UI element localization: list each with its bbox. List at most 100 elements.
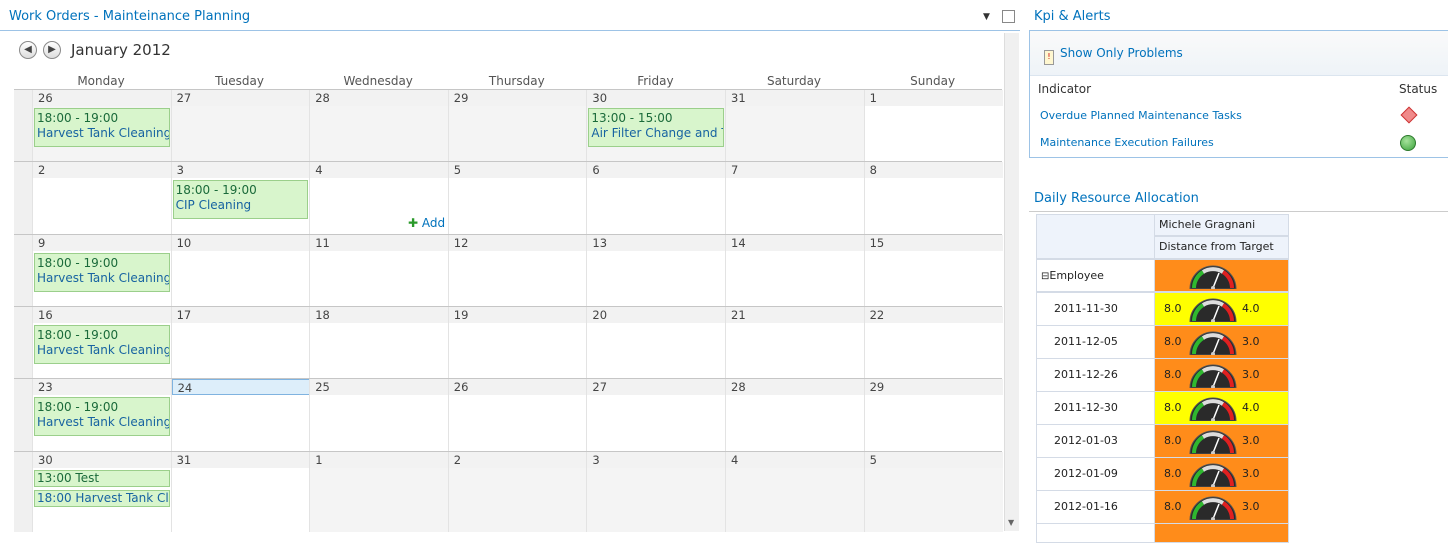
day-cell[interactable]: 2 [32, 162, 172, 235]
day-number[interactable]: 11 [310, 235, 449, 251]
week-gutter[interactable] [14, 90, 33, 162]
week-gutter[interactable] [14, 452, 33, 532]
date-row-label[interactable]: 2012-01-03 [1036, 424, 1155, 458]
today-day-number[interactable]: 24 [171, 379, 311, 395]
webpart-menu-icon[interactable]: ▼ [983, 12, 990, 22]
day-cell[interactable]: 8 [863, 162, 1004, 235]
day-number[interactable]: 9 [33, 235, 172, 251]
day-cell[interactable]: 10 [170, 235, 311, 307]
day-number[interactable]: 29 [448, 90, 588, 106]
webpart-select-checkbox[interactable] [1002, 10, 1015, 23]
day-cell[interactable]: 1 [309, 452, 449, 532]
calendar-event[interactable]: 13:00 - 15:00 Air Filter Change and T [588, 108, 724, 147]
day-number[interactable]: 20 [587, 307, 726, 323]
week-gutter[interactable] [14, 235, 33, 307]
date-row-label[interactable] [1036, 523, 1155, 543]
day-number[interactable]: 15 [864, 235, 1004, 251]
day-cell[interactable]: 12 [447, 235, 588, 307]
work-orders-title[interactable]: Work Orders - Mainteinance Planning [9, 9, 250, 24]
day-cell[interactable]: 30 13:00 Test 18:00 Harvest Tank Cle [32, 452, 172, 532]
day-number[interactable]: 25 [310, 379, 449, 395]
day-cell[interactable]: 21 [725, 307, 865, 379]
day-number[interactable]: 30 [587, 90, 726, 106]
kpi-row-failures[interactable]: Maintenance Execution Failures [1040, 136, 1214, 149]
day-cell[interactable]: 22 [863, 307, 1004, 379]
day-number[interactable]: 29 [864, 379, 1004, 395]
day-number[interactable]: 31 [171, 452, 311, 468]
day-cell[interactable]: 24 [170, 379, 311, 452]
day-cell[interactable]: 29 [447, 90, 588, 162]
day-number[interactable]: 26 [33, 90, 172, 106]
day-cell[interactable]: 4 [725, 452, 865, 532]
employee-header[interactable]: Michele Gragnani [1154, 214, 1289, 236]
day-number[interactable]: 2 [33, 162, 172, 178]
date-row-label[interactable]: 2011-11-30 [1036, 292, 1155, 326]
day-number[interactable]: 28 [310, 90, 449, 106]
day-number[interactable]: 28 [726, 379, 865, 395]
employee-allocation-row[interactable]: ⊟Employee Allocation [1036, 259, 1155, 315]
day-number[interactable]: 2 [448, 452, 588, 468]
day-cell[interactable]: 26 18:00 - 19:00 Harvest Tank Cleaning [32, 90, 172, 162]
calendar-event[interactable]: 13:00 Test [34, 470, 170, 487]
day-cell[interactable]: 27 [586, 379, 726, 452]
day-cell[interactable]: 26 [447, 379, 588, 452]
day-cell[interactable]: 11 [309, 235, 449, 307]
day-cell[interactable]: 23 18:00 - 19:00 Harvest Tank Cleaning [32, 379, 172, 452]
day-number[interactable]: 3 [587, 452, 726, 468]
day-cell[interactable]: 5 [447, 162, 588, 235]
day-cell[interactable]: 13 [586, 235, 726, 307]
day-number[interactable]: 14 [726, 235, 865, 251]
day-number[interactable]: 27 [587, 379, 726, 395]
day-number[interactable]: 5 [864, 452, 1004, 468]
add-event-link[interactable]: ✚ Add [408, 216, 445, 230]
date-row-label[interactable]: 2011-12-05 [1036, 325, 1155, 359]
day-cell[interactable]: 18 [309, 307, 449, 379]
day-number[interactable]: 17 [171, 307, 311, 323]
day-number[interactable]: 1 [310, 452, 449, 468]
day-cell[interactable]: 25 [309, 379, 449, 452]
day-number[interactable]: 5 [448, 162, 588, 178]
week-gutter[interactable] [14, 379, 33, 452]
day-number[interactable]: 6 [587, 162, 726, 178]
day-cell[interactable]: 17 [170, 307, 311, 379]
day-number[interactable]: 3 [171, 162, 311, 178]
day-number[interactable]: 4 [726, 452, 865, 468]
day-number[interactable]: 22 [864, 307, 1004, 323]
resource-allocation-title[interactable]: Daily Resource Allocation [1034, 191, 1199, 206]
date-row-label[interactable]: 2011-12-30 [1036, 391, 1155, 425]
week-gutter[interactable] [14, 162, 33, 235]
day-number[interactable]: 30 [33, 452, 172, 468]
date-row-label[interactable]: 2012-01-09 [1036, 457, 1155, 491]
show-only-problems-button[interactable]: ! Show Only Problems [1044, 46, 1183, 65]
prev-month-button[interactable]: ◀ [19, 41, 37, 59]
day-cell[interactable]: 6 [586, 162, 726, 235]
day-cell[interactable]: 1 [863, 90, 1004, 162]
day-number[interactable]: 23 [33, 379, 172, 395]
day-cell[interactable]: 19 [447, 307, 588, 379]
calendar-event[interactable]: 18:00 - 19:00 Harvest Tank Cleaning [34, 397, 170, 436]
next-month-button[interactable]: ▶ [43, 41, 61, 59]
day-cell[interactable]: 2 [447, 452, 588, 532]
kpi-title[interactable]: Kpi & Alerts [1034, 9, 1111, 24]
day-number[interactable]: 8 [864, 162, 1004, 178]
day-number[interactable]: 26 [448, 379, 588, 395]
day-cell[interactable]: 28 [725, 379, 865, 452]
calendar-event[interactable]: 18:00 Harvest Tank Cle [34, 490, 170, 507]
day-cell[interactable]: 14 [725, 235, 865, 307]
day-cell[interactable]: 9 18:00 - 19:00 Harvest Tank Cleaning [32, 235, 172, 307]
day-number[interactable]: 18 [310, 307, 449, 323]
day-cell[interactable]: 3 18:00 - 19:00 CIP Cleaning [170, 162, 311, 235]
day-cell[interactable]: 27 [170, 90, 311, 162]
day-number[interactable]: 27 [171, 90, 311, 106]
date-row-label[interactable]: 2012-01-16 [1036, 490, 1155, 524]
calendar-event[interactable]: 18:00 - 19:00 CIP Cleaning [172, 180, 309, 219]
calendar-event[interactable]: 18:00 - 19:00 Harvest Tank Cleaning [34, 108, 170, 147]
day-cell[interactable]: 31 [725, 90, 865, 162]
day-number[interactable]: 31 [726, 90, 865, 106]
day-number[interactable]: 4 [310, 162, 449, 178]
day-cell[interactable]: 3 [586, 452, 726, 532]
calendar-scrollbar[interactable]: ▼ [1004, 33, 1019, 531]
day-number[interactable]: 13 [587, 235, 726, 251]
day-cell[interactable]: 15 [863, 235, 1004, 307]
scroll-down-icon[interactable]: ▼ [1008, 518, 1014, 527]
